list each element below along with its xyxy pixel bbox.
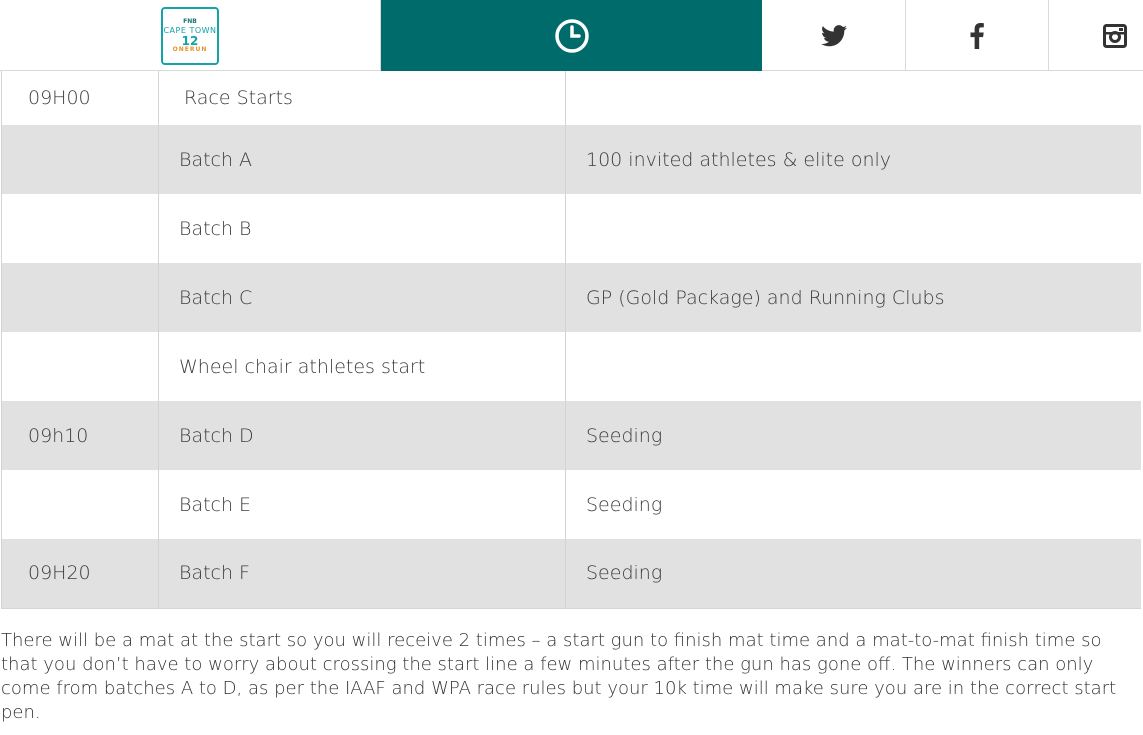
cape-town-12-onerun-logo[interactable]: FNB CAPE TOWN 12 ONERUN [161,6,219,65]
event-cell: Wheel chair athletes start [158,332,566,401]
table-row: 09h10 Batch D Seeding [1,401,1141,470]
note-cell [566,332,1142,401]
table-row: 09H00 Race Starts [1,71,1142,125]
logo-cell[interactable]: FNB CAPE TOWN 12 ONERUN [0,0,381,71]
logo-twelve-text: 12 [181,33,199,48]
time-cell: 09h10 [1,401,159,470]
schedule-tab[interactable] [381,0,762,71]
table-row: Batch E Seeding [1,470,1142,539]
time-cell [1,332,159,401]
twitter-link[interactable] [762,0,905,71]
time-cell: 09H20 [1,539,159,609]
note-cell: Seeding [586,493,663,516]
table-row: Batch B [1,194,1142,263]
note-cell [566,194,1142,263]
time-cell [1,470,159,539]
note-cell [566,71,1142,125]
table-row: Batch C GP (Gold Package) and Running Cl… [1,263,1141,332]
event-cell: Batch C [158,263,566,332]
event-cell: Batch A [158,125,566,194]
time-cell: 09H00 [1,71,159,125]
table-row: Batch A 100 invited athletes & elite onl… [1,125,1141,194]
note-cell: Seeding [565,401,1141,470]
logo-fnb-text: FNB [183,17,197,25]
event-cell: Batch F [158,539,566,609]
logo-onerun-text: ONERUN [172,45,208,53]
facebook-icon [970,22,984,49]
facebook-link[interactable] [905,0,1048,71]
table-row: 09H20 Batch F Seeding [1,539,1141,609]
race-info-paragraph: There will be a mat at the start so you … [1,630,1117,723]
time-cell [1,125,159,194]
note-cell: Seeding [565,539,1141,609]
table-row: Wheel chair athletes start [1,332,1142,401]
event-cell: Batch D [158,401,566,470]
schedule-table-body: 09H00 Race Starts Batch A 100 invited at… [1,71,1142,609]
event-cell: Batch B [158,194,566,263]
time-cell [1,263,159,332]
race-schedule-table: 09H00 Race Starts Batch A 100 invited at… [1,71,1141,609]
clock-icon [554,18,589,53]
event-cell: Race Starts [158,71,566,125]
note-cell: GP (Gold Package) and Running Clubs [565,263,1141,332]
top-navigation: FNB CAPE TOWN 12 ONERUN [0,0,1143,71]
instagram-icon [1103,23,1127,48]
twitter-icon [820,24,847,46]
note-cell: 100 invited athletes & elite only [565,125,1141,194]
time-cell [1,194,159,263]
event-cell: Batch E [158,470,566,539]
instagram-link[interactable] [1048,0,1143,71]
